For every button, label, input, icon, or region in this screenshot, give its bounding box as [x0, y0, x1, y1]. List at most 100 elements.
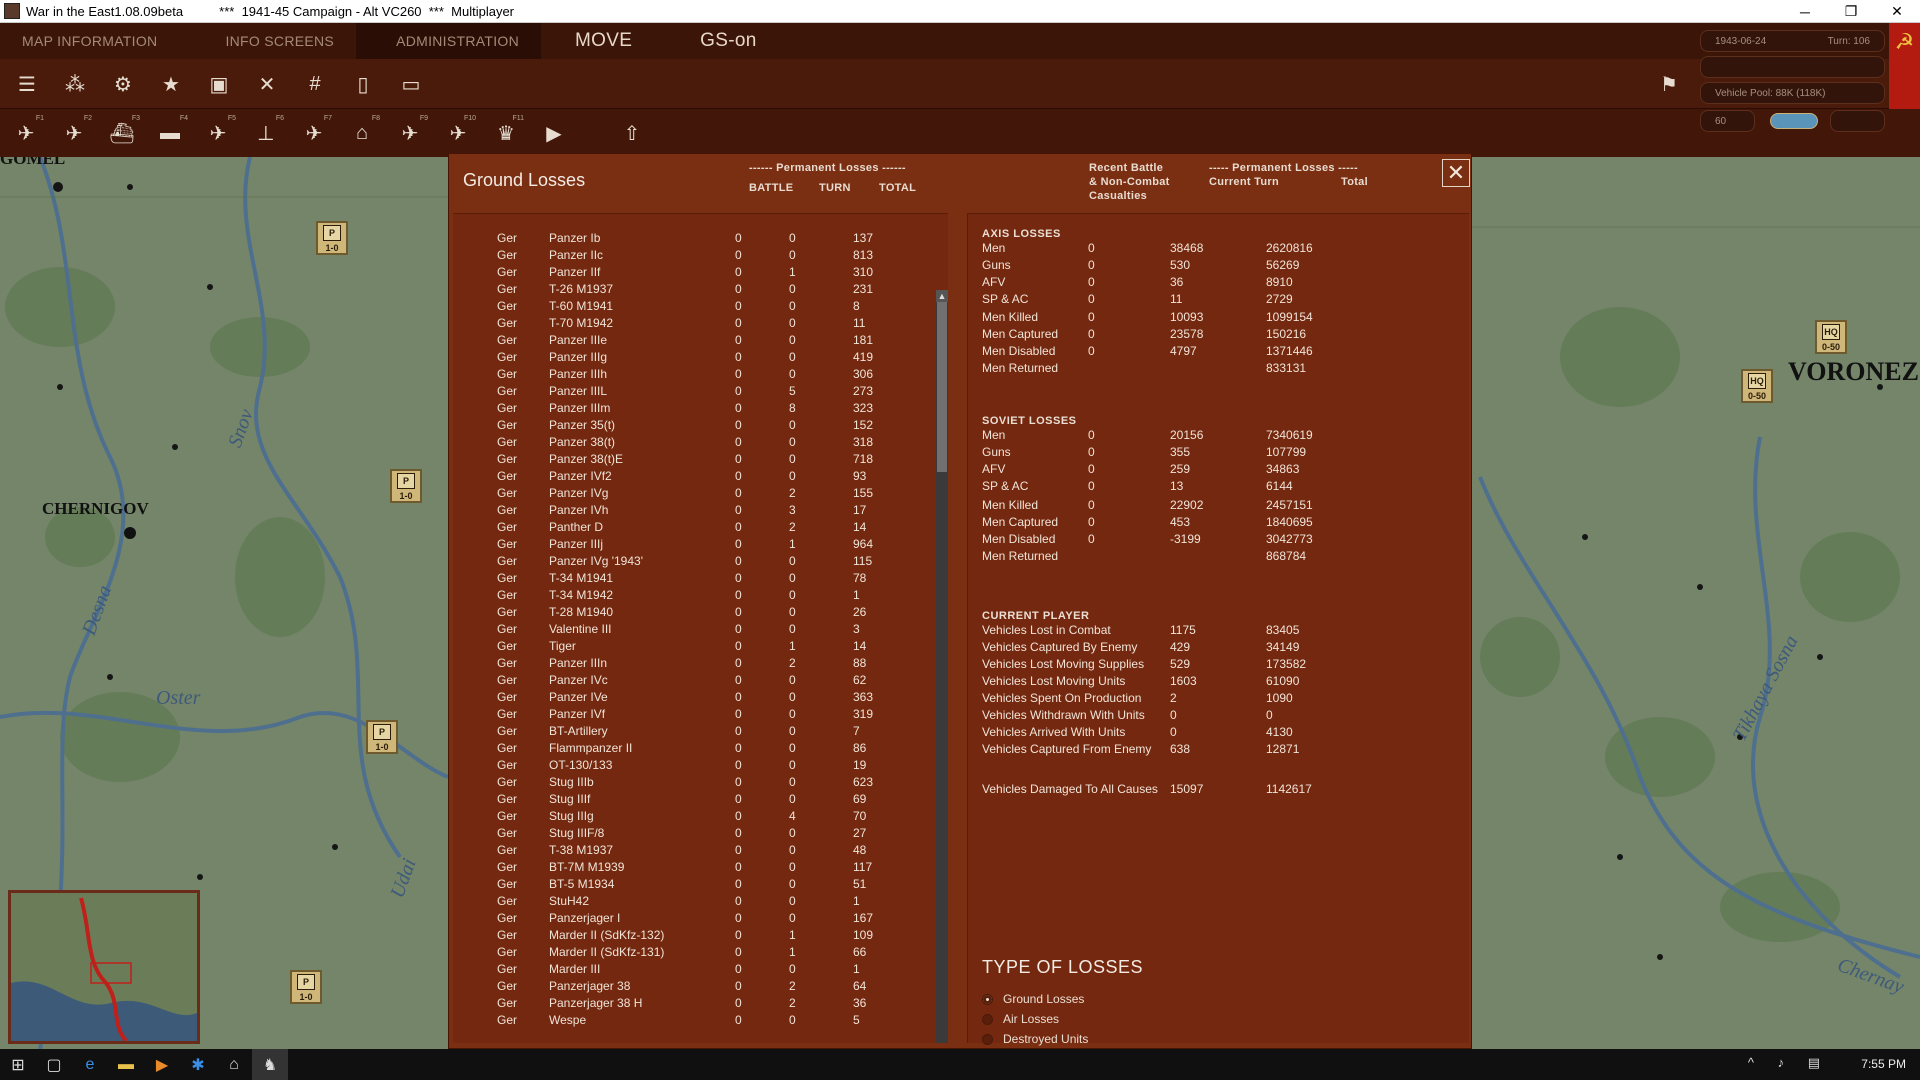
- scrollbar-thumb[interactable]: [937, 302, 947, 472]
- taskbar: ⊞ ▢ e ▬ ▶ ✱ ⌂ ♞ ^ ♪ ▤ 7:55 PM: [0, 1049, 1920, 1080]
- maximize-button[interactable]: ❐: [1828, 0, 1874, 23]
- combat-icon[interactable]: ✕: [248, 65, 286, 103]
- cell-unit-name: StuH42: [549, 894, 590, 908]
- losses-list[interactable]: Ger Panzer Ib 0 0 137 Ger Panzer IIc 0 0 813 Ger Pa…: [453, 213, 948, 1043]
- railroad-icon[interactable]: #: [296, 65, 334, 103]
- end-turn-icon[interactable]: ⇧: [612, 113, 652, 153]
- cell-nation: Ger: [497, 775, 518, 789]
- soviet-flag-icon: ☭: [1889, 23, 1920, 109]
- app-icon-blue[interactable]: ✱: [180, 1049, 216, 1080]
- scroll-up-icon[interactable]: ▲: [936, 290, 948, 302]
- media-player-icon[interactable]: ▶: [144, 1049, 180, 1080]
- partisan-icon[interactable]: ♛ F11: [486, 113, 526, 153]
- radio-ground-losses[interactable]: Ground Losses: [982, 992, 1084, 1006]
- fkey-label: F4: [179, 115, 188, 122]
- cell-turn: 3: [789, 503, 796, 517]
- play-icon[interactable]: ▶: [534, 113, 574, 153]
- unit-counter[interactable]: P 1-0: [366, 720, 398, 754]
- cell-unit-name: Panzer IVf2: [549, 469, 612, 483]
- cell-nation: Ger: [497, 554, 518, 568]
- cell-turn: 0: [789, 554, 796, 568]
- cell-nation: Ger: [497, 418, 518, 432]
- summary-row: Men Returned 868784: [968, 549, 1468, 566]
- unit-counter[interactable]: P 1-0: [290, 970, 322, 1004]
- cell-battle: 0: [735, 962, 742, 976]
- naval-icon[interactable]: ⛴ F3: [102, 113, 142, 153]
- turn-display: Turn: 106: [1827, 35, 1870, 47]
- ferry-icon[interactable]: ▬ F4: [150, 113, 190, 153]
- cell-turn: 0: [789, 571, 796, 585]
- summary-cell: 20156: [1170, 428, 1204, 442]
- menu-info-screens[interactable]: INFO SCREENS: [179, 23, 356, 59]
- cell-total: 14: [853, 520, 867, 534]
- air-mission-icon[interactable]: ✈ F1: [6, 113, 46, 153]
- summary-cell: 453: [1170, 515, 1191, 529]
- cell-unit-name: Panzer Ib: [549, 231, 601, 245]
- table-row: Ger Panzerjager I 0 0 167: [453, 911, 923, 928]
- menu-gs-on[interactable]: GS-on: [666, 23, 790, 59]
- star-icon[interactable]: ★: [152, 65, 190, 103]
- cell-nation: Ger: [497, 656, 518, 670]
- cell-nation: Ger: [497, 605, 518, 619]
- cell-total: 64: [853, 979, 867, 993]
- depot-icon[interactable]: ▭: [392, 65, 430, 103]
- cell-battle: 0: [735, 299, 742, 313]
- cell-turn: 1: [789, 945, 796, 959]
- air-transport-icon[interactable]: ✈ F2: [54, 113, 94, 153]
- cell-total: 5: [853, 1013, 860, 1027]
- radio-destroyed-units[interactable]: Destroyed Units: [982, 1032, 1088, 1046]
- hq-icon[interactable]: ▣: [200, 65, 238, 103]
- summary-row: Men Disabled 0 -3199 3042773: [968, 532, 1468, 549]
- layers-icon[interactable]: ☰: [8, 65, 46, 103]
- cell-nation: Ger: [497, 758, 518, 772]
- close-panel-button[interactable]: ✕: [1442, 159, 1470, 187]
- cell-nation: Ger: [497, 435, 518, 449]
- summary-row: Guns 0 355 107799: [968, 445, 1468, 462]
- summary-cell: 0: [1266, 708, 1273, 722]
- radio-air-losses[interactable]: Air Losses: [982, 1012, 1059, 1026]
- menu-administration[interactable]: ADMINISTRATION: [356, 23, 542, 59]
- unit-counter[interactable]: HQ 0-50: [1815, 320, 1847, 354]
- table-row: Ger Panzer IVf2 0 0 93: [453, 469, 923, 486]
- task-view-icon[interactable]: ▢: [36, 1049, 72, 1080]
- table-row: Ger Panzer IIIj 0 1 964: [453, 537, 923, 554]
- close-window-button[interactable]: ✕: [1874, 0, 1920, 23]
- menu-move[interactable]: MOVE: [541, 23, 666, 59]
- game-taskbar-icon[interactable]: ♞: [252, 1049, 288, 1080]
- minimize-button[interactable]: ─: [1782, 0, 1828, 23]
- air-attack-icon[interactable]: ✈ F5: [198, 113, 238, 153]
- menu-map-information[interactable]: MAP INFORMATION: [0, 23, 179, 59]
- cell-unit-name: Marder II (SdKfz-132): [549, 928, 665, 942]
- fkey-label: F6: [275, 115, 284, 122]
- cell-battle: 0: [735, 316, 742, 330]
- gear-icon[interactable]: ⚙: [104, 65, 142, 103]
- cell-nation: Ger: [497, 911, 518, 925]
- airfield-icon[interactable]: ⊥ F6: [246, 113, 286, 153]
- interdiction-icon[interactable]: ✈ F10: [438, 113, 478, 153]
- bomb-icon[interactable]: ✈ F7: [294, 113, 334, 153]
- cell-turn: 0: [789, 724, 796, 738]
- system-tray-icons[interactable]: ^ ♪ ▤: [1748, 1055, 1830, 1071]
- unit-counter[interactable]: P 1-0: [316, 221, 348, 255]
- edge-browser-icon[interactable]: e: [72, 1049, 108, 1080]
- unit-counter[interactable]: HQ 0-50: [1741, 369, 1773, 403]
- cell-nation: Ger: [497, 469, 518, 483]
- factory-icon[interactable]: ⌂ F8: [342, 113, 382, 153]
- minimap[interactable]: [8, 890, 200, 1044]
- cell-unit-name: Tiger: [549, 639, 576, 653]
- units-icon[interactable]: ⁂: [56, 65, 94, 103]
- fuel-icon[interactable]: ▯: [344, 65, 382, 103]
- city-label: VORONEZ: [1788, 357, 1919, 386]
- file-explorer-icon[interactable]: ▬: [108, 1049, 144, 1080]
- table-row: Ger Panzer IIIh 0 0 306: [453, 367, 923, 384]
- cell-battle: 0: [735, 707, 742, 721]
- store-icon[interactable]: ⌂: [216, 1049, 252, 1080]
- cell-total: 155: [853, 486, 874, 500]
- table-row: Ger T-38 M1937 0 0 48: [453, 843, 923, 860]
- windows-start-icon[interactable]: ⊞: [0, 1049, 36, 1080]
- unit-counter[interactable]: P 1-0: [390, 469, 422, 503]
- cell-battle: 0: [735, 350, 742, 364]
- flag-icon[interactable]: ⚑: [1650, 65, 1688, 103]
- recon-icon[interactable]: ✈ F9: [390, 113, 430, 153]
- summary-row: Men Killed 0 22902 2457151: [968, 498, 1468, 515]
